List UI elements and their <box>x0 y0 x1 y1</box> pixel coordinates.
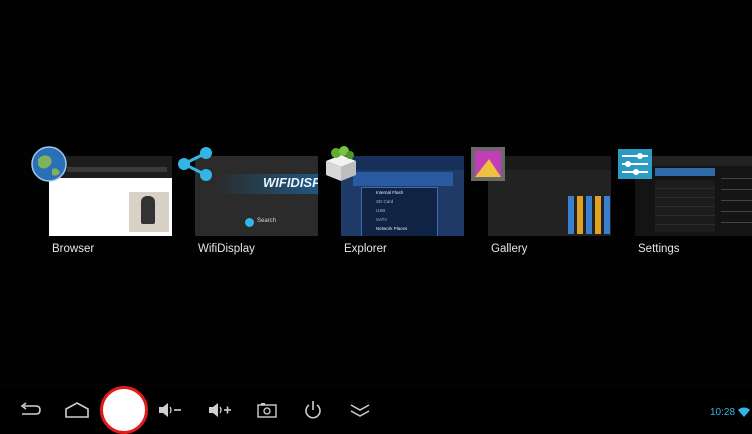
recent-app-settings[interactable]: Settings <box>616 145 752 270</box>
screenshot-icon <box>257 403 277 418</box>
share-icon <box>176 145 214 183</box>
recent-app-browser[interactable]: Browser <box>30 145 172 270</box>
explorer-item: SD Card <box>376 199 394 204</box>
screenshot-button[interactable] <box>254 396 280 424</box>
wifidisplay-logo: WIFIDISP <box>263 175 318 190</box>
volume-up-icon <box>209 403 231 417</box>
home-icon <box>65 402 89 418</box>
wifi-icon <box>738 405 750 423</box>
recent-app-gallery[interactable]: Gallery <box>469 145 611 270</box>
explorer-item: Internal Flash <box>376 190 404 195</box>
app-label: Explorer <box>344 243 387 255</box>
volume-down-icon <box>159 403 181 417</box>
status-clock: 10:28 <box>710 407 736 418</box>
search-label: Search <box>257 218 277 224</box>
record-overlay-button[interactable] <box>100 386 148 434</box>
explorer-item: Network Places <box>376 226 408 231</box>
recent-apps-screen: Browser WIFIDISP Search WifiDisplay Inte… <box>0 0 752 430</box>
gallery-icon <box>469 145 507 183</box>
search-icon <box>245 218 254 227</box>
app-label: WifiDisplay <box>198 243 255 255</box>
explorer-item: USB <box>376 208 386 213</box>
recent-app-wifidisplay[interactable]: WIFIDISP Search WifiDisplay <box>176 145 318 270</box>
app-label: Gallery <box>491 243 528 255</box>
settings-sliders-icon <box>616 145 654 183</box>
volume-down-button[interactable] <box>156 396 184 424</box>
home-button[interactable] <box>62 396 92 424</box>
volume-up-button[interactable] <box>206 396 234 424</box>
recent-app-explorer[interactable]: Internal Flash SD Card USB SATA Network … <box>322 145 464 270</box>
hide-bar-button[interactable] <box>346 396 374 424</box>
globe-icon <box>30 145 68 183</box>
app-label: Settings <box>638 243 680 255</box>
back-button[interactable] <box>16 396 44 424</box>
explorer-box-icon <box>322 145 360 183</box>
hide-bar-icon <box>350 404 370 417</box>
back-icon <box>20 402 41 415</box>
app-label: Browser <box>52 243 95 255</box>
power-button[interactable] <box>300 396 326 424</box>
explorer-item: SATA <box>376 217 388 222</box>
power-icon <box>305 401 321 419</box>
